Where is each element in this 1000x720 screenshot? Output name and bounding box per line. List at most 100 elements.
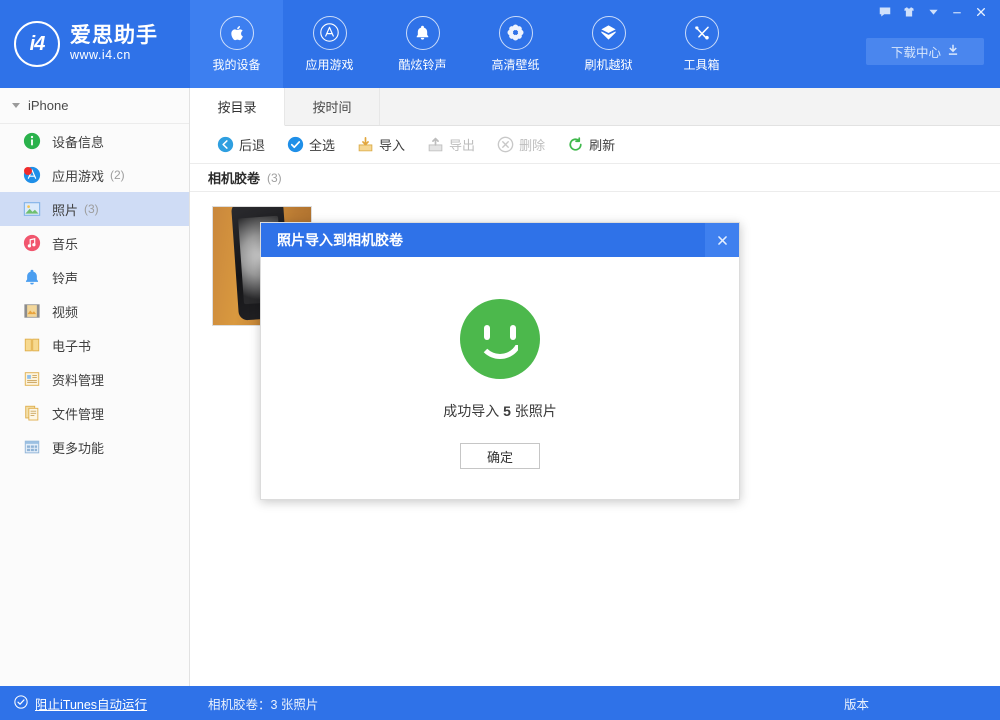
- sidebar-item-photos[interactable]: 照片 (3): [0, 192, 189, 226]
- sidebar-item-label: 电子书: [52, 338, 92, 354]
- video-icon: [22, 301, 42, 321]
- sidebar-item-count: (3): [84, 202, 99, 216]
- sidebar-item-label: 更多功能: [52, 440, 105, 456]
- bell-icon: [22, 267, 42, 287]
- device-name: iPhone: [28, 98, 69, 113]
- device-header[interactable]: iPhone: [0, 88, 189, 124]
- chevron-down-icon[interactable]: [922, 3, 944, 21]
- download-center-label: 下载中心: [890, 46, 941, 60]
- toolbar-label: 导出: [449, 138, 476, 153]
- smiley-mouth: [477, 333, 523, 359]
- nav-item-ringtones[interactable]: 酷炫铃声: [376, 0, 469, 88]
- music-icon: [22, 233, 42, 253]
- photo-icon: [22, 199, 42, 219]
- action-toolbar: 后退 全选 导入 导出 删除 刷新: [190, 126, 1000, 164]
- nav-item-my-device[interactable]: 我的设备: [190, 0, 283, 88]
- download-center-button[interactable]: 下载中心: [866, 38, 984, 65]
- back-button[interactable]: 后退: [208, 131, 274, 158]
- refresh-icon: [567, 136, 584, 153]
- sidebar-item-ebooks[interactable]: 电子书: [0, 328, 189, 362]
- nav-label: 酷炫铃声: [398, 57, 447, 72]
- select-all-icon: [287, 136, 304, 153]
- flash-box-icon: [591, 15, 626, 50]
- dialog-message-prefix: 成功导入: [443, 403, 504, 419]
- delete-icon: [497, 136, 514, 153]
- bell-icon: [405, 15, 440, 50]
- sidebar-item-file-management[interactable]: 文件管理: [0, 396, 189, 430]
- sidebar-item-label: 视频: [52, 304, 79, 320]
- dialog-message: 成功导入 5 张照片: [443, 401, 557, 421]
- sidebar-item-more-features[interactable]: 更多功能: [0, 430, 189, 464]
- toolbar-label: 后退: [239, 138, 266, 153]
- import-button[interactable]: 导入: [348, 131, 414, 158]
- album-count: (3): [267, 170, 282, 185]
- toolbar-label: 导入: [379, 138, 406, 153]
- sidebar-item-apps-games[interactable]: 应用游戏 (2): [0, 158, 189, 192]
- main-nav: 我的设备 应用游戏 酷炫铃声 高清壁纸 刷机越狱 工具箱: [190, 0, 748, 88]
- block-itunes-label: 阻止iTunes自动运行: [35, 697, 148, 712]
- export-button[interactable]: 导出: [418, 131, 484, 158]
- nav-item-flash-jailbreak[interactable]: 刷机越狱: [562, 0, 655, 88]
- nav-label: 工具箱: [683, 57, 720, 72]
- notification-dot: [24, 166, 32, 175]
- view-tabs: 按目录 按时间: [190, 88, 1000, 126]
- close-icon[interactable]: [705, 223, 739, 257]
- files-icon: [22, 403, 42, 423]
- tab-label: 按目录: [217, 100, 257, 115]
- i4-logo-icon: i4: [14, 21, 60, 67]
- tab-by-time[interactable]: 按时间: [285, 88, 380, 125]
- confirm-button[interactable]: 确定: [460, 443, 540, 469]
- toolbar-label: 全选: [309, 138, 336, 153]
- sidebar-item-device-info[interactable]: 设备信息: [0, 124, 189, 158]
- window-controls: [874, 3, 992, 21]
- nav-item-wallpapers[interactable]: 高清壁纸: [469, 0, 562, 88]
- dialog-message-suffix: 张照片: [510, 403, 557, 419]
- top-bar: i4 爱思助手 www.i4.cn 我的设备 应用游戏 酷炫铃声 高清壁纸 刷机…: [0, 0, 1000, 88]
- version-label: 版本: [844, 697, 870, 712]
- sidebar-item-videos[interactable]: 视频: [0, 294, 189, 328]
- flower-icon: [498, 15, 533, 50]
- sidebar-item-label: 应用游戏: [52, 168, 105, 184]
- skin-icon[interactable]: [898, 3, 920, 21]
- album-title: 相机胶卷: [208, 171, 261, 186]
- status-bar: 阻止iTunes自动运行 相机胶卷：3 张照片 版本 三公子游戏网 www.sa…: [0, 686, 1000, 720]
- minimize-icon[interactable]: [946, 3, 968, 21]
- dialog-message-count: 5: [503, 403, 511, 419]
- contacts-icon: [22, 369, 42, 389]
- sidebar: iPhone 设备信息 应用游戏 (2) 照片 (3) 音乐 铃声 视频 电子书…: [0, 88, 190, 686]
- smiley-success-icon: [460, 299, 540, 379]
- refresh-button[interactable]: 刷新: [558, 131, 624, 158]
- block-itunes-toggle[interactable]: 阻止iTunes自动运行: [0, 686, 190, 720]
- sidebar-item-label: 照片: [52, 202, 79, 218]
- nav-label: 刷机越狱: [584, 57, 633, 72]
- sidebar-item-ringtones[interactable]: 铃声: [0, 260, 189, 294]
- confirm-button-label: 确定: [486, 449, 513, 465]
- version-status: 版本: [840, 686, 1000, 720]
- sidebar-item-data-management[interactable]: 资料管理: [0, 362, 189, 396]
- close-icon[interactable]: [970, 3, 992, 21]
- apple-icon: [219, 15, 254, 50]
- dialog-titlebar: 照片导入到相机胶卷: [261, 223, 739, 257]
- brand-url: www.i4.cn: [70, 48, 131, 63]
- sidebar-item-label: 铃声: [52, 270, 79, 286]
- select-all-button[interactable]: 全选: [278, 131, 344, 158]
- chevron-down-icon: [12, 103, 20, 108]
- delete-button[interactable]: 删除: [488, 131, 554, 158]
- message-icon[interactable]: [874, 3, 896, 21]
- nav-label: 我的设备: [212, 57, 261, 72]
- app-logo: i4 爱思助手 www.i4.cn: [0, 0, 190, 88]
- nav-label: 应用游戏: [305, 57, 354, 72]
- appstore-icon: [312, 15, 347, 50]
- nav-item-toolbox[interactable]: 工具箱: [655, 0, 748, 88]
- tab-by-folder[interactable]: 按目录: [190, 88, 285, 126]
- sidebar-item-count: (2): [110, 168, 125, 182]
- sidebar-item-label: 文件管理: [52, 406, 105, 422]
- sidebar-item-music[interactable]: 音乐: [0, 226, 189, 260]
- import-icon: [357, 136, 374, 153]
- library-status-text: 相机胶卷：3 张照片: [208, 697, 319, 712]
- nav-item-apps-games[interactable]: 应用游戏: [283, 0, 376, 88]
- export-icon: [427, 136, 444, 153]
- brand-name: 爱思助手: [70, 24, 158, 48]
- check-circle-icon: [14, 694, 28, 712]
- nav-label: 高清壁纸: [491, 57, 540, 72]
